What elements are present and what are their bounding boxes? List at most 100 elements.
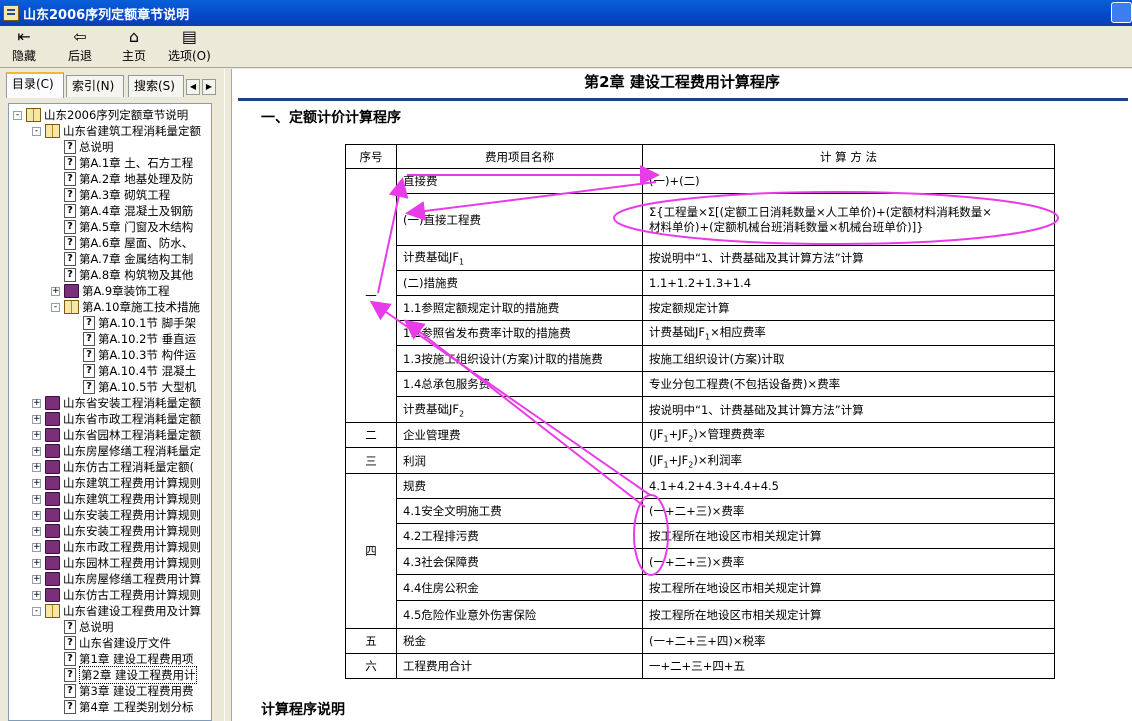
row-item-name: 4.1安全文明施工费 <box>396 498 643 524</box>
expand-icon[interactable]: + <box>32 526 41 536</box>
pane-splitter[interactable] <box>224 69 232 721</box>
tree-item[interactable]: ? 山东省建设厅文件 <box>51 635 171 651</box>
header-method: 计 算 方 法 <box>642 144 1055 169</box>
hide-label: 隐藏 <box>12 49 37 63</box>
method-method: 专业分包工程费(不包括设备费)×费率 <box>649 377 841 391</box>
tree-item[interactable]: + 山东房屋修缮工程费用计算 <box>32 571 201 587</box>
tree-item[interactable]: ? 第A.6章 屋面、防水、 <box>51 235 193 251</box>
expand-icon[interactable]: + <box>32 446 41 456</box>
tree-item[interactable]: ? 总说明 <box>51 619 114 635</box>
expand-icon[interactable]: + <box>32 590 41 600</box>
tree-item[interactable]: - 山东省建筑工程消耗量定额 <box>32 123 201 139</box>
page-title: 第2章 建设工程费用计算程序 <box>584 73 780 91</box>
tree-item-label: 第A.6章 屋面、防水、 <box>79 236 194 250</box>
row-item-name: 计费基础JF1 <box>396 245 643 271</box>
tree-item[interactable]: + 山东建筑工程费用计算规则 <box>32 491 201 507</box>
tree-item[interactable]: ? 总说明 <box>51 139 114 155</box>
tree-item[interactable]: + 山东市政工程费用计算规则 <box>32 539 201 555</box>
method-method: Σ{工程量×Σ[(定额工日消耗数量×人工单价)+(定额材料消耗数量× <box>649 204 992 219</box>
expand-icon[interactable]: + <box>32 510 41 520</box>
tree-item[interactable]: ? 第A.8章 构筑物及其他 <box>51 267 193 283</box>
collapse-icon[interactable]: - <box>32 126 41 136</box>
tab-search[interactable]: 搜索(S) <box>128 75 184 97</box>
tree-item-label: 第A.9章装饰工程 <box>82 284 170 298</box>
expand-icon[interactable]: + <box>51 286 60 296</box>
collapse-icon[interactable]: - <box>51 302 60 312</box>
table-row: 1.2参照省发布费率计取的措施费 计费基础JF1×相应费率 <box>346 320 1055 346</box>
expand-icon[interactable]: + <box>32 462 41 472</box>
header-seq: 序号 <box>345 144 397 169</box>
tree-item[interactable]: + 山东省安装工程消耗量定额 <box>32 395 201 411</box>
tab-contents[interactable]: 目录(C) <box>6 72 64 98</box>
table-row: (二)措施费 1.1+1.2+1.3+1.4 <box>346 270 1055 296</box>
tree-item[interactable]: + 山东安装工程费用计算规则 <box>32 523 201 539</box>
window-control-button[interactable] <box>1111 2 1132 23</box>
tab-search-label: 搜索(S) <box>134 79 175 93</box>
tree-item-label: 第A.8章 构筑物及其他 <box>79 268 194 282</box>
row-method: Σ{工程量×Σ[(定额工日消耗数量×人工单价)+(定额材料消耗数量× 材料单价)+… <box>642 193 1055 246</box>
tree-item[interactable]: + 山东仿古工程费用计算规则 <box>32 587 201 603</box>
options-button[interactable]: ▤ 选项(O) <box>168 28 211 64</box>
expand-icon[interactable]: + <box>32 494 41 504</box>
tree-item[interactable]: + 山东安装工程费用计算规则 <box>32 507 201 523</box>
home-button[interactable]: ⌂ 主页 <box>122 28 146 64</box>
tree-item[interactable]: ? 第A.3章 砌筑工程 <box>51 187 170 203</box>
tree-item[interactable]: ? 第A.2章 地基处理及防 <box>51 171 193 187</box>
collapse-icon[interactable]: - <box>32 606 41 616</box>
help-page-icon: ? <box>64 268 76 282</box>
tree-item[interactable]: ? 第A.1章 土、石方工程 <box>51 155 193 171</box>
expand-icon[interactable]: + <box>32 414 41 424</box>
tree-item-label: 山东仿古工程消耗量定额( <box>63 460 194 474</box>
help-page-icon: ? <box>64 652 76 666</box>
tab-scroll-right-icon[interactable]: ▶ <box>202 79 216 95</box>
tree-item[interactable]: ? 第A.5章 门窗及木结构 <box>51 219 193 235</box>
tab-index[interactable]: 索引(N) <box>66 75 124 97</box>
row-method: 专业分包工程费(不包括设备费)×费率 <box>642 371 1055 397</box>
tree-item[interactable]: ? 第A.10.1节 脚手架 <box>70 315 196 331</box>
expand-icon[interactable]: + <box>32 574 41 584</box>
method-method: (一+二+三)×费率 <box>649 554 745 569</box>
method-method: (JF <box>649 452 664 467</box>
row-method: 按工程所在地设区市相关规定计算 <box>642 574 1055 601</box>
tree-item[interactable]: ? 第3章 建设工程费用费 <box>51 683 193 699</box>
tree-item[interactable]: + 山东房屋修缮工程消耗量定 <box>32 443 201 459</box>
tab-scroll-left-icon[interactable]: ◀ <box>186 79 200 95</box>
tree-item[interactable]: - 山东2006序列定额章节说明 <box>13 107 188 123</box>
item-name-text: 计费基础JF <box>403 401 460 416</box>
tree-item[interactable]: ? 第A.10.4节 混凝土 <box>70 363 196 379</box>
method-method-mid: +JF <box>668 427 689 442</box>
method-method: 按工程所在地设区市相关规定计算 <box>649 607 822 622</box>
row-item-name: 4.3社会保障费 <box>396 548 643 575</box>
tree-item[interactable]: ? 第A.4章 混凝土及钢筋 <box>51 203 193 219</box>
tree-item[interactable]: ? 第A.10.2节 垂直运 <box>70 331 196 347</box>
closed-book-icon <box>45 444 60 458</box>
tree-item[interactable]: - 山东省建设工程费用及计算 <box>32 603 201 619</box>
tree-item[interactable]: ? 第4章 工程类别划分标 <box>51 699 193 715</box>
tree-item[interactable]: + 山东省市政工程消耗量定额 <box>32 411 201 427</box>
expand-icon[interactable]: + <box>32 478 41 488</box>
expand-icon[interactable]: + <box>32 558 41 568</box>
tree-item[interactable]: + 第A.9章装饰工程 <box>51 283 170 299</box>
item-name-text: (二)措施费 <box>403 276 458 290</box>
hide-button[interactable]: ⇤ 隐藏 <box>12 28 36 64</box>
expand-icon[interactable]: + <box>32 430 41 440</box>
table-row: 一直接费 (一)+(二) <box>345 168 1055 423</box>
tree-item[interactable]: - 第A.10章施工技术措施 <box>51 299 200 315</box>
tree-item[interactable]: + 山东省园林工程消耗量定额 <box>32 427 201 443</box>
tree-item[interactable]: + 山东建筑工程费用计算规则 <box>32 475 201 491</box>
tree-item[interactable]: ? 第2章 建设工程费用计 <box>51 666 198 684</box>
tree-item[interactable]: ? 第A.10.5节 大型机 <box>70 379 196 395</box>
tree-item[interactable]: + 山东仿古工程消耗量定额( <box>32 459 194 475</box>
tree-item[interactable]: ? 第A.7章 金属结构工制 <box>51 251 193 267</box>
expand-icon[interactable]: + <box>32 542 41 552</box>
tree-item[interactable]: ? 第A.10.3节 构件运 <box>70 347 196 363</box>
collapse-icon[interactable]: - <box>13 110 22 120</box>
expand-icon[interactable]: + <box>32 398 41 408</box>
tree-item[interactable]: + 山东园林工程费用计算规则 <box>32 555 201 571</box>
tree-item[interactable]: ? 第1章 建设工程费用项 <box>51 651 193 667</box>
tree-item-label: 第A.3章 砌筑工程 <box>79 188 171 202</box>
row-item-name: 1.4总承包服务费 <box>396 371 643 397</box>
help-page-icon: ? <box>64 188 76 202</box>
contents-tree[interactable]: - 山东2006序列定额章节说明 - 山东省建筑工程消耗量定额? 总说明? 第A.1章 土… <box>8 103 212 721</box>
back-button[interactable]: ⇦ 后退 <box>68 28 92 64</box>
